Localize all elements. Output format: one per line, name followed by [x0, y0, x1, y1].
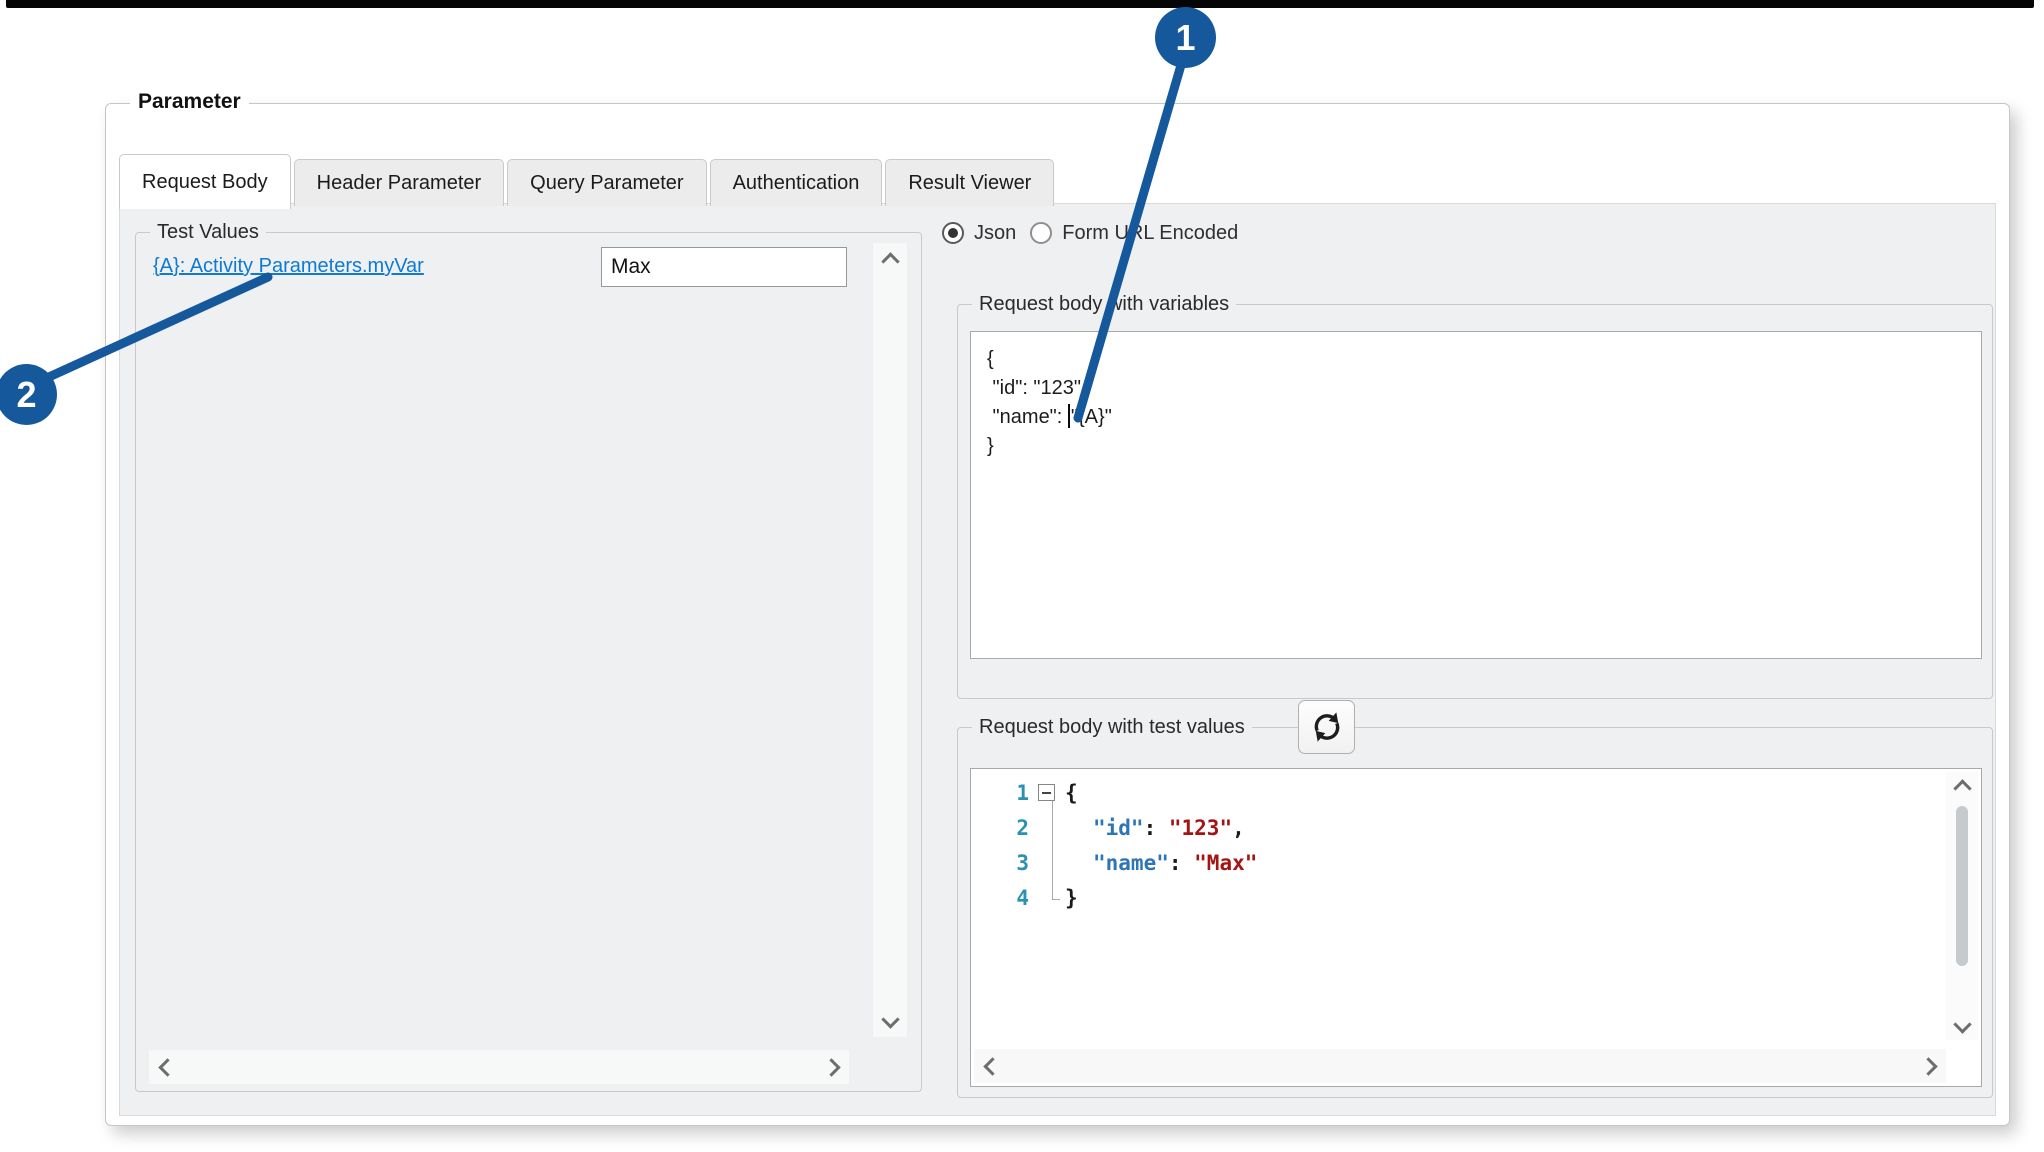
radio-form-url-encoded[interactable]: Form URL Encoded [1030, 222, 1238, 245]
line-number: 1 [971, 781, 1029, 805]
refresh-icon [1310, 710, 1344, 744]
test-values-horizontal-scrollbar[interactable] [149, 1050, 849, 1084]
scroll-left-icon[interactable] [978, 1052, 1006, 1080]
radio-json[interactable]: Json [942, 222, 1016, 245]
request-body-variables-textarea[interactable]: { "id": "123", "name": "{A}" } [970, 331, 1982, 659]
body-line-value: "{A}" [1071, 406, 1112, 428]
line-number: 4 [971, 886, 1029, 910]
code-text: "id": "123", [1065, 816, 1245, 840]
fold-scope-line-end [1052, 899, 1060, 900]
tab-request-body[interactable]: Request Body [119, 154, 291, 209]
scroll-left-icon[interactable] [153, 1053, 181, 1081]
scroll-up-icon[interactable] [876, 247, 904, 275]
code-line: 4 } [971, 880, 1078, 915]
json-separator: : [1169, 851, 1194, 875]
request-body-variables-label: Request body with variables [972, 291, 1236, 317]
scroll-right-icon[interactable] [1914, 1052, 1942, 1080]
variable-link[interactable]: {A}: Activity Parameters.myVar [153, 255, 424, 278]
tab-authentication[interactable]: Authentication [710, 159, 883, 206]
tab-bar: Request Body Header Parameter Query Para… [119, 151, 1057, 206]
json-key: "name" [1093, 851, 1169, 875]
code-text: } [1065, 886, 1078, 910]
json-separator: : [1144, 816, 1169, 840]
body-format-radio-group: Json Form URL Encoded [942, 218, 1238, 248]
editor-vertical-scrollbar[interactable] [1946, 772, 1978, 1040]
refresh-button[interactable] [1298, 700, 1355, 754]
code-text: "name": "Max" [1065, 851, 1257, 875]
fold-gutter [1029, 845, 1065, 880]
body-line: { [987, 345, 1965, 374]
radio-selected-icon [942, 222, 964, 244]
fold-gutter [1029, 775, 1065, 810]
fold-collapse-icon[interactable] [1038, 784, 1055, 801]
scroll-up-icon[interactable] [1948, 774, 1976, 802]
fold-gutter [1029, 880, 1065, 915]
scroll-right-icon[interactable] [817, 1053, 845, 1081]
radio-json-label: Json [974, 222, 1016, 245]
parameter-groupbox: Parameter Request Body Header Parameter … [105, 103, 2010, 1126]
callout-badge-2: 2 [0, 364, 57, 425]
json-value: "Max" [1194, 851, 1257, 875]
editor-horizontal-scrollbar[interactable] [974, 1049, 1946, 1083]
body-line-prefix: "name": [987, 406, 1068, 428]
request-body-test-values-groupbox: Request body with test values 1 { [957, 727, 1993, 1098]
test-values-vertical-scrollbar[interactable] [873, 243, 907, 1037]
body-line: "id": "123", [987, 374, 1965, 403]
code-line: 1 { [971, 775, 1078, 810]
body-line: "name": "{A}" [987, 403, 1965, 432]
radio-form-label: Form URL Encoded [1062, 222, 1238, 245]
code-line: 2 "id": "123", [971, 810, 1245, 845]
test-values-label: Test Values [150, 219, 266, 245]
parameter-group-label: Parameter [130, 89, 249, 115]
json-comma: , [1232, 816, 1245, 840]
code-text: { [1065, 781, 1078, 805]
request-body-test-values-label: Request body with test values [972, 714, 1252, 740]
window-top-edge [6, 0, 2034, 8]
json-value: "123" [1169, 816, 1232, 840]
tab-header-parameter[interactable]: Header Parameter [294, 159, 505, 206]
tab-query-parameter[interactable]: Query Parameter [507, 159, 706, 206]
scroll-down-icon[interactable] [876, 1005, 904, 1033]
test-values-code-editor[interactable]: 1 { 2 "id": "123", 3 "name": "Max" [970, 768, 1982, 1087]
request-body-variables-groupbox: Request body with variables { "id": "123… [957, 304, 1993, 699]
code-line: 3 "name": "Max" [971, 845, 1257, 880]
json-key: "id" [1093, 816, 1144, 840]
body-line: } [987, 432, 1965, 461]
screenshot-canvas: Parameter Request Body Header Parameter … [0, 0, 2044, 1152]
scroll-down-icon[interactable] [1948, 1010, 1976, 1038]
callout-badge-1: 1 [1155, 7, 1216, 68]
test-values-groupbox: Test Values {A}: Activity Parameters.myV… [135, 232, 922, 1092]
radio-unselected-icon [1030, 222, 1052, 244]
scrollbar-thumb[interactable] [1956, 806, 1968, 966]
test-value-input[interactable] [601, 247, 847, 287]
tab-content-pane: Test Values {A}: Activity Parameters.myV… [119, 203, 1996, 1116]
fold-gutter [1029, 810, 1065, 845]
tab-result-viewer[interactable]: Result Viewer [885, 159, 1054, 206]
line-number: 3 [971, 851, 1029, 875]
line-number: 2 [971, 816, 1029, 840]
text-cursor [1068, 404, 1070, 428]
fold-scope-line [1052, 801, 1053, 899]
